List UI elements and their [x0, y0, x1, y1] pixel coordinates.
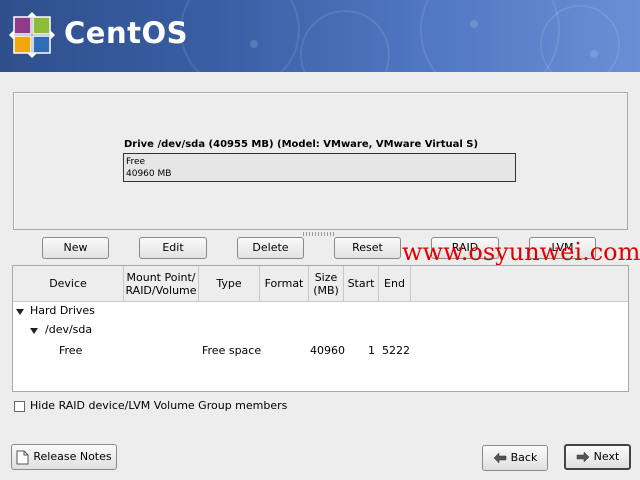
- column-label: Start: [347, 277, 375, 290]
- banner-dot: [590, 50, 598, 58]
- edit-button[interactable]: Edit: [139, 237, 207, 259]
- release-notes-button[interactable]: Release Notes: [11, 444, 117, 470]
- cell-device: Free: [59, 344, 83, 357]
- column-header-end[interactable]: End: [379, 266, 411, 301]
- cell-size: 40960: [310, 344, 345, 357]
- table-row[interactable]: Free Free space 40960 1 5222: [13, 341, 628, 361]
- centos-logo-icon: [9, 12, 55, 58]
- expander-icon[interactable]: [16, 309, 24, 315]
- hide-raid-label[interactable]: Hide RAID device/LVM Volume Group member…: [30, 399, 287, 412]
- tree-row-drive[interactable]: /dev/sda: [13, 320, 628, 340]
- cell-type: Free space: [202, 344, 262, 357]
- column-header-mount[interactable]: Mount Point/ RAID/Volume: [124, 266, 199, 301]
- column-label: End: [384, 277, 405, 290]
- expander-icon[interactable]: [30, 328, 38, 334]
- partition-table[interactable]: Device Mount Point/ RAID/Volume Type For…: [12, 265, 629, 392]
- tree-row-hard-drives[interactable]: Hard Drives: [13, 301, 628, 321]
- column-header-format[interactable]: Format: [260, 266, 309, 301]
- banner-swirl: [420, 0, 560, 72]
- cell-start: 1: [368, 344, 375, 357]
- hide-raid-checkbox[interactable]: [14, 401, 25, 412]
- drive-segment-free[interactable]: Free 40960 MB: [123, 153, 516, 182]
- back-button[interactable]: Back: [482, 445, 548, 471]
- table-header: Device Mount Point/ RAID/Volume Type For…: [13, 266, 628, 302]
- column-label: Size: [314, 270, 338, 284]
- reset-button[interactable]: Reset: [334, 237, 401, 259]
- arrow-left-icon: [493, 452, 506, 464]
- column-header-type[interactable]: Type: [199, 266, 260, 301]
- banner-dot: [470, 20, 478, 28]
- segment-size: 40960 MB: [126, 169, 172, 179]
- new-button-label: New: [63, 241, 88, 254]
- banner-swirl: [300, 10, 390, 72]
- segment-name: Free: [126, 157, 146, 167]
- arrow-right-icon: [576, 451, 590, 463]
- delete-button[interactable]: Delete: [237, 237, 304, 259]
- next-button[interactable]: Next: [564, 444, 631, 470]
- next-label: Next: [593, 450, 620, 463]
- cell-end: 5222: [382, 344, 410, 357]
- column-label: RAID/Volume: [125, 283, 197, 297]
- column-label: Device: [49, 277, 87, 290]
- banner-swirl: [540, 5, 620, 72]
- column-label: Mount Point/: [126, 270, 196, 284]
- column-label: Type: [216, 277, 242, 290]
- column-label: Format: [264, 277, 304, 290]
- tree-label: Hard Drives: [30, 304, 95, 317]
- brand-name: CentOS: [64, 16, 188, 50]
- column-header-start[interactable]: Start: [344, 266, 379, 301]
- pane-resize-grip[interactable]: [303, 232, 335, 236]
- drive-label: Drive /dev/sda (40955 MB) (Model: VMware…: [124, 139, 479, 150]
- column-header-device[interactable]: Device: [13, 266, 124, 301]
- document-icon: [16, 450, 29, 464]
- watermark: www.osyunwei.com: [402, 238, 640, 266]
- edit-button-label: Edit: [162, 241, 184, 254]
- reset-button-label: Reset: [352, 241, 383, 254]
- delete-button-label: Delete: [252, 241, 289, 254]
- new-button[interactable]: New: [42, 237, 109, 259]
- back-label: Back: [510, 451, 538, 464]
- banner-dot: [250, 40, 258, 48]
- banner-swirl: [180, 0, 300, 72]
- tree-label: /dev/sda: [45, 323, 93, 336]
- column-label: (MB): [313, 283, 339, 297]
- column-header-size[interactable]: Size (MB): [309, 266, 344, 301]
- header-banner: CentOS: [0, 0, 640, 72]
- release-notes-label: Release Notes: [33, 450, 112, 463]
